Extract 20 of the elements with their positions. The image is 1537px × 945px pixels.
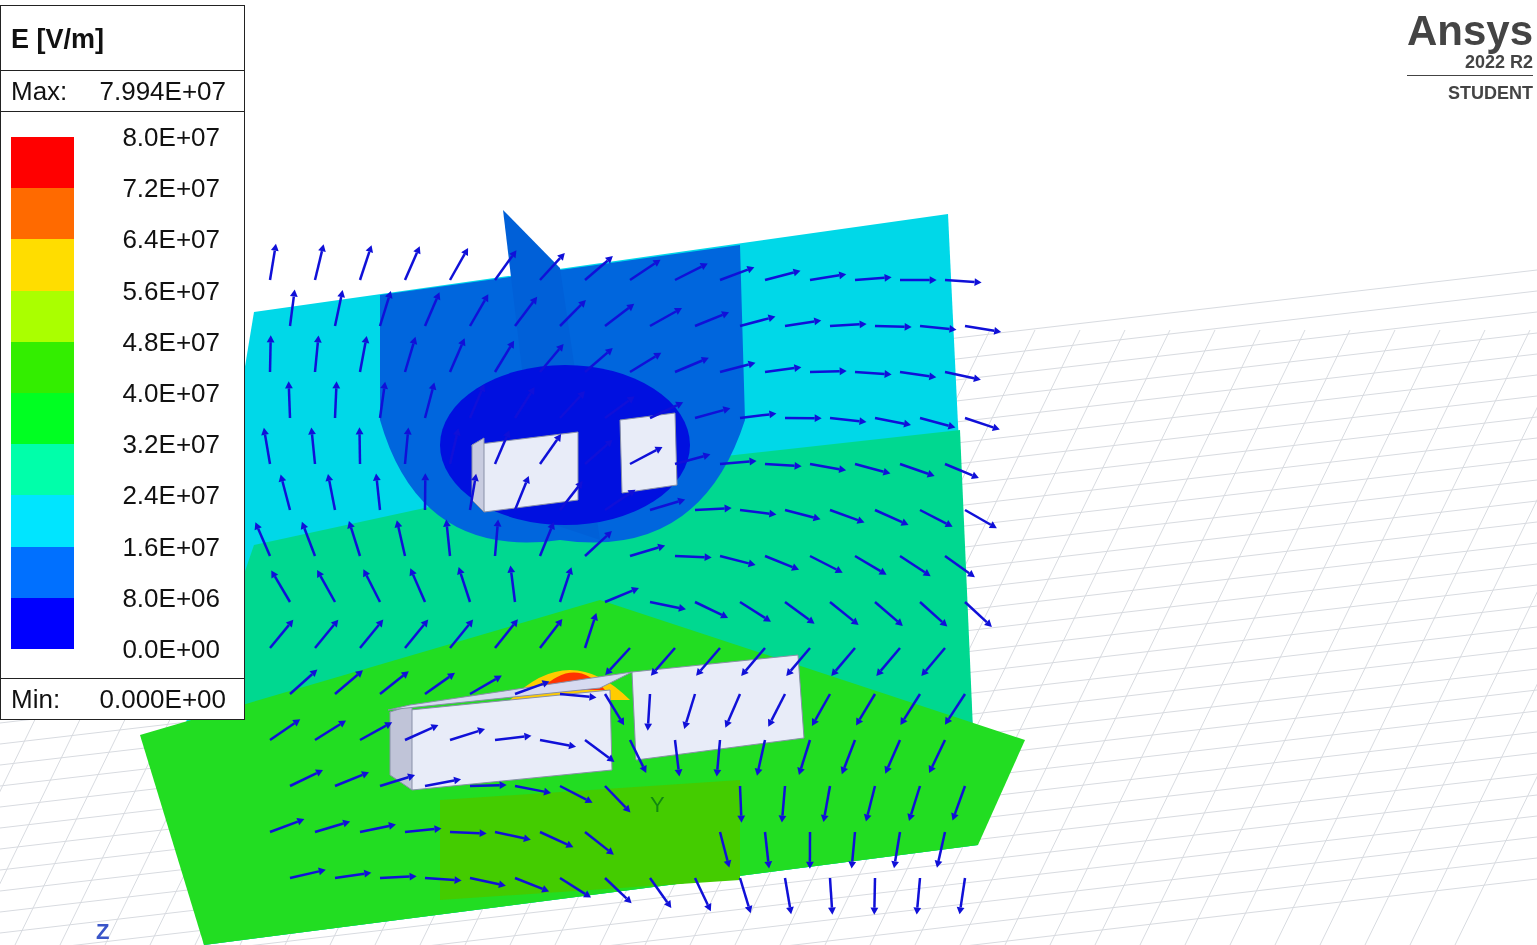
scale-value: 2.4E+07: [122, 479, 220, 513]
scale-value: 4.8E+07: [122, 325, 220, 359]
min-value: 0.000E+00: [99, 683, 226, 715]
max-label: Max:: [11, 75, 68, 107]
max-value: 7.994E+07: [99, 75, 226, 107]
scale-value: 4.0E+07: [122, 376, 220, 410]
scale-value: 8.0E+06: [122, 581, 220, 615]
axis-label: Z: [96, 918, 110, 945]
scale-value: 8.0E+07: [122, 121, 220, 154]
scale-value: 5.6E+07: [122, 274, 220, 308]
scale-value: 3.2E+07: [122, 428, 220, 462]
min-label: Min:: [11, 683, 61, 715]
legend-title: E [V/m]: [11, 24, 104, 54]
axis-label: Y: [650, 791, 665, 819]
scale-value: 6.4E+07: [122, 223, 220, 257]
scale-value: 0.0E+00: [122, 632, 220, 666]
logo-name: Ansys: [1406, 7, 1533, 54]
scale-value: 1.6E+07: [122, 530, 220, 564]
logo-edition: STUDENT: [1448, 83, 1533, 103]
scale-value: 7.2E+07: [122, 172, 220, 206]
